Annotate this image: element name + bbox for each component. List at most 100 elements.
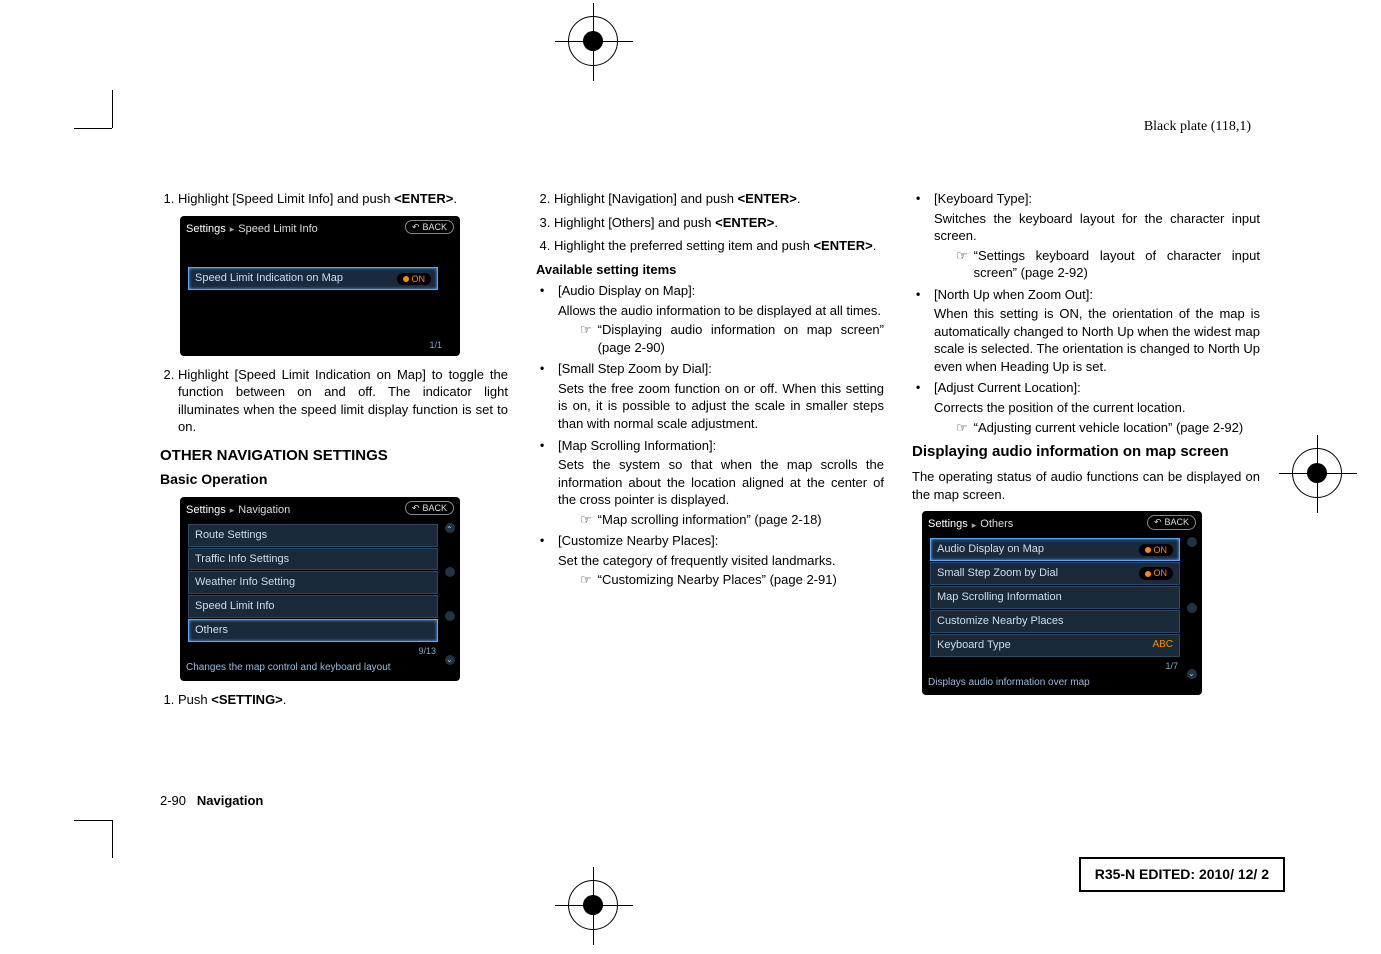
pointing-hand-icon [580,571,592,589]
on-label: ON [1154,544,1168,556]
crop-mark [112,820,113,858]
item-title: [Map Scrolling Information]: [558,438,716,453]
screenshot-speed-limit: Settings ▸ Speed Limit Info ↶ BACK Speed… [180,216,460,356]
caption: Changes the map control and keyboard lay… [186,657,454,675]
column-left: Highlight [Speed Limit Info] and push <E… [160,190,508,714]
crumb-navigation: Navigation [238,503,290,518]
back-arrow-icon: ↶ [1154,516,1162,528]
scroll-dot-icon [445,567,455,577]
item-desc: Sets the system so that when the map scr… [558,456,884,509]
abc-label: ABC [1152,638,1173,652]
row-speed-limit-indication: Speed Limit Indication on Map ON [188,267,438,290]
back-button: ↶ BACK [405,220,454,234]
enter-label: <ENTER> [813,238,872,253]
on-label: ON [1154,567,1168,579]
scroll-up-icon [445,523,455,533]
item-keyboard-type: [Keyboard Type]: Switches the keyboard l… [912,190,1260,282]
row-traffic-info: Traffic Info Settings [188,548,438,571]
registration-mark [1292,448,1342,498]
item-small-step-zoom: [Small Step Zoom by Dial]: Sets the free… [536,360,884,432]
setting-label: <SETTING> [211,692,283,707]
item-desc: Allows the audio information to be displ… [558,302,884,320]
item-desc: Corrects the position of the current loc… [934,399,1260,417]
row-map-scroll: Map Scrolling Information [930,586,1180,609]
enter-label: <ENTER> [738,191,797,206]
back-label: BACK [1164,516,1189,528]
pointing-hand-icon [580,321,592,339]
crop-mark [74,820,112,821]
crumb-settings: Settings [928,517,968,532]
scroll-down-icon [1187,669,1197,679]
pointing-hand-icon [956,419,968,437]
item-north-up: [North Up when Zoom Out]: When this sett… [912,286,1260,376]
on-indicator: ON [1139,567,1174,579]
back-arrow-icon: ↶ [412,221,420,233]
back-label: BACK [422,221,447,233]
row-customize-nearby: Customize Nearby Places [930,610,1180,633]
item-adjust-location: [Adjust Current Location]: Corrects the … [912,379,1260,436]
chevron-right-icon: ▸ [972,519,977,531]
row-label: Customize Nearby Places [937,614,1064,629]
on-dot-icon [1145,547,1151,553]
row-label: Route Settings [195,528,267,543]
heading-display-audio: Displaying audio information on map scre… [912,442,1260,462]
back-button: ↶ BACK [1147,515,1196,529]
section-name: Navigation [197,793,263,808]
row-others: Others [188,619,438,642]
pointing-hand-icon [580,511,592,529]
on-indicator: ON [1139,544,1174,556]
enter-label: <ENTER> [394,191,453,206]
cross-ref: “Customizing Nearby Places” (page 2-91) [558,571,884,589]
registration-mark [568,880,618,930]
row-audio-display: Audio Display on Map ON [930,538,1180,561]
row-label: Speed Limit Info [195,599,275,614]
row-label: Weather Info Setting [195,575,295,590]
row-small-step: Small Step Zoom by Dial ON [930,562,1180,585]
scroll-dot-icon [1187,603,1197,613]
row-label: Traffic Info Settings [195,552,289,567]
row-label: Keyboard Type [937,638,1011,653]
item-title: [Audio Display on Map]: [558,283,695,298]
ref-text: “Customizing Nearby Places” (page 2-91) [598,571,837,589]
row-speed-limit-info: Speed Limit Info [188,595,438,618]
pointing-hand-icon [956,247,968,265]
ref-text: “Map scrolling information” (page 2-18) [598,511,822,529]
blackplate-label: Black plate (118,1) [1144,118,1251,137]
row-label: Others [195,623,228,638]
row-label: Small Step Zoom by Dial [937,566,1058,581]
item-desc: Set the category of frequently visited l… [558,552,884,570]
on-dot-icon [1145,571,1151,577]
cross-ref: “Map scrolling information” (page 2-18) [558,511,884,529]
display-audio-para: The operating status of audio functions … [912,468,1260,503]
step-1: Highlight [Speed Limit Info] and push <E… [178,190,508,208]
scroll-down-icon [445,655,455,665]
heading-basic-op: Basic Operation [160,470,508,489]
on-label: ON [412,273,426,285]
item-title: [Customize Nearby Places]: [558,533,718,548]
heading-other-nav: OTHER NAVIGATION SETTINGS [160,446,508,466]
item-desc: When this setting is ON, the orientation… [934,305,1260,375]
pager: 1/1 [180,337,460,351]
pager: 9/13 [186,643,454,657]
crop-mark [74,128,112,129]
scroll-dot-icon [1187,537,1197,547]
crumb-speed-limit: Speed Limit Info [238,222,318,237]
column-right: [Keyboard Type]: Switches the keyboard l… [912,190,1260,714]
item-title: [Adjust Current Location]: [934,380,1081,395]
back-label: BACK [422,502,447,514]
pager: 1/7 [928,658,1196,672]
cross-ref: “Displaying audio information on map scr… [558,321,884,356]
item-desc: Switches the keyboard layout for the cha… [934,210,1260,245]
cross-ref: “Adjusting current vehicle location” (pa… [934,419,1260,437]
registration-mark [568,16,618,66]
chevron-right-icon: ▸ [230,504,235,516]
back-arrow-icon: ↶ [412,502,420,514]
ref-text: “Adjusting current vehicle location” (pa… [974,419,1244,437]
row-label: Speed Limit Indication on Map [195,271,343,286]
item-map-scrolling: [Map Scrolling Information]: Sets the sy… [536,437,884,529]
ref-text: “Displaying audio information on map scr… [598,321,884,356]
crop-mark [112,90,113,128]
caption: Displays audio information over map [928,672,1196,690]
heading-available-items: Available setting items [536,261,884,279]
item-customize-nearby: [Customize Nearby Places]: Set the categ… [536,532,884,589]
